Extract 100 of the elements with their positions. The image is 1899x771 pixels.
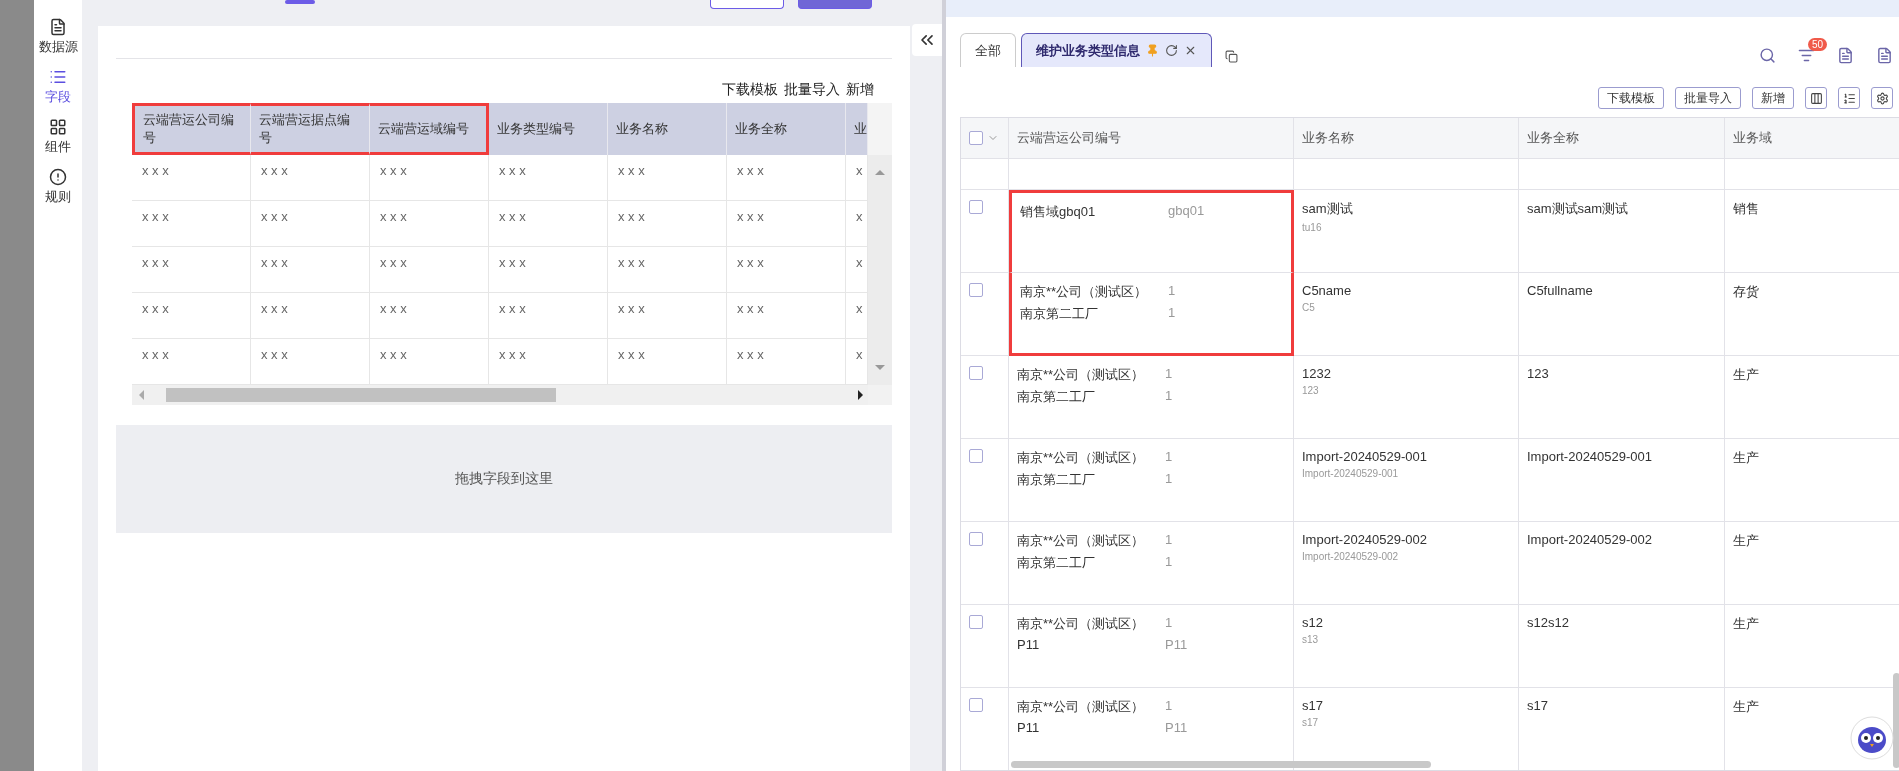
full-name: 123 <box>1527 366 1550 381</box>
alert-icon <box>49 168 67 186</box>
table-cell: x x x <box>370 247 489 293</box>
search-icon[interactable] <box>1759 46 1776 64</box>
full-name: Import-20240529-001 <box>1527 449 1654 464</box>
row-checkbox[interactable] <box>969 283 983 297</box>
table-cell: x x x <box>489 339 608 385</box>
table-cell: x x x <box>132 247 251 293</box>
column-header: 业 <box>846 103 868 155</box>
table-cell: x x x <box>727 247 846 293</box>
plant-code: 1 <box>1165 554 1173 569</box>
business-name: sam测试 <box>1302 200 1354 218</box>
select-all-checkbox[interactable] <box>969 131 983 145</box>
business-code: Import-20240529-001 <box>1302 468 1400 479</box>
business-code: Import-20240529-002 <box>1302 551 1400 562</box>
table-cell: x <box>846 201 868 247</box>
table-cell: x x x <box>251 201 370 247</box>
row-checkbox[interactable] <box>969 200 983 214</box>
table-cell: x x x <box>251 247 370 293</box>
company-name: 南京**公司（测试区） <box>1020 283 1149 301</box>
close-icon[interactable] <box>1184 44 1197 57</box>
table-cell: x x x <box>251 293 370 339</box>
sidebar-item[interactable]: 规则 <box>45 168 71 206</box>
owl-mascot-icon[interactable] <box>1850 716 1894 760</box>
column-header: 业务域 <box>1725 118 1899 159</box>
refresh-icon[interactable] <box>1165 44 1178 57</box>
table-cell: x x x <box>727 155 846 201</box>
action-button[interactable]: 批量导入 <box>1675 87 1741 109</box>
row-checkbox[interactable] <box>969 366 983 380</box>
business-name: Import-20240529-002 <box>1302 532 1429 547</box>
table-cell: x x x <box>608 155 727 201</box>
vertical-scrollbar[interactable] <box>1893 673 1899 768</box>
sidebar-item[interactable]: 组件 <box>45 118 71 156</box>
company-name: 销售域gbq01 <box>1020 203 1097 221</box>
plant-name: 南京第二工厂 <box>1017 471 1096 489</box>
column-header: 业务名称 <box>1294 118 1519 159</box>
business-name: Import-20240529-001 <box>1302 449 1429 464</box>
sidebar-item[interactable]: 字段 <box>45 68 71 106</box>
company-name: 南京**公司（测试区） <box>1017 366 1146 384</box>
company-code: 1 <box>1165 698 1173 713</box>
business-name: 1232 <box>1302 366 1332 381</box>
company-code: gbq01 <box>1168 203 1205 218</box>
row-checkbox[interactable] <box>969 449 983 463</box>
plant-code: P11 <box>1165 637 1188 652</box>
table-cell: x x x <box>251 339 370 385</box>
table-cell: x x x <box>132 155 251 201</box>
horizontal-scrollbar[interactable] <box>1011 761 1431 768</box>
domain-text: 生产 <box>1733 366 1760 384</box>
table-cell: x x x <box>489 293 608 339</box>
column-header: 业务类型编号 <box>489 103 608 155</box>
action-link[interactable]: 新增 <box>846 81 874 99</box>
collapse-button[interactable] <box>912 24 942 56</box>
plant-code: 1 <box>1168 305 1176 320</box>
full-name: C5fullname <box>1527 283 1594 298</box>
business-name: s12 <box>1302 615 1324 630</box>
table-cell: x x x <box>608 339 727 385</box>
drop-zone: 拖拽字段到这里 <box>116 425 892 533</box>
row-checkbox[interactable] <box>969 615 983 629</box>
business-code: C5 <box>1302 302 1316 313</box>
row-checkbox[interactable] <box>969 698 983 712</box>
business-code: s17 <box>1302 717 1320 728</box>
table-cell: x x x <box>370 201 489 247</box>
business-code: s13 <box>1302 634 1320 645</box>
company-code: 1 <box>1165 366 1173 381</box>
table-cell: x x x <box>727 201 846 247</box>
list-icon <box>49 68 67 86</box>
table-cell: x x x <box>370 293 489 339</box>
outline-button[interactable] <box>710 0 784 9</box>
action-button[interactable]: 新增 <box>1752 87 1794 109</box>
action-link[interactable]: 批量导入 <box>784 81 840 99</box>
business-code: tu16 <box>1302 222 1323 233</box>
row-checkbox[interactable] <box>969 532 983 546</box>
company-name: 南京**公司（测试区） <box>1017 532 1146 550</box>
action-link[interactable]: 下载模板 <box>722 81 778 99</box>
tab-indicator <box>285 0 315 4</box>
vertical-scrollbar[interactable] <box>868 155 892 385</box>
sidebar-item[interactable]: 数据源 <box>38 18 78 56</box>
table-cell: x x x <box>370 339 489 385</box>
domain-text: 存货 <box>1733 283 1760 301</box>
document-icon[interactable] <box>1876 46 1893 64</box>
column-header: 云端营运据点编号 <box>251 103 370 155</box>
table-cell: x x x <box>489 247 608 293</box>
full-name: s17 <box>1527 698 1549 713</box>
company-code: 1 <box>1165 532 1173 547</box>
business-name: s17 <box>1302 698 1324 713</box>
tab[interactable]: 维护业务类型信息 <box>1021 33 1212 67</box>
tab[interactable]: 全部 <box>960 33 1016 67</box>
table-cell: x <box>846 247 868 293</box>
plant-name: 南京第二工厂 <box>1020 305 1099 323</box>
company-code: 1 <box>1165 615 1173 630</box>
column-header: 云端营运公司编号 <box>132 103 251 155</box>
domain-text: 生产 <box>1733 449 1760 467</box>
plant-code: 1 <box>1165 471 1173 486</box>
domain-text: 销售 <box>1733 200 1760 218</box>
business-code: 123 <box>1302 385 1320 396</box>
column-header: 业务全称 <box>727 103 846 155</box>
document-icon[interactable] <box>1837 46 1854 64</box>
company-code: 1 <box>1165 449 1173 464</box>
table-cell: x x x <box>608 293 727 339</box>
action-button[interactable]: 下载模板 <box>1598 87 1664 109</box>
